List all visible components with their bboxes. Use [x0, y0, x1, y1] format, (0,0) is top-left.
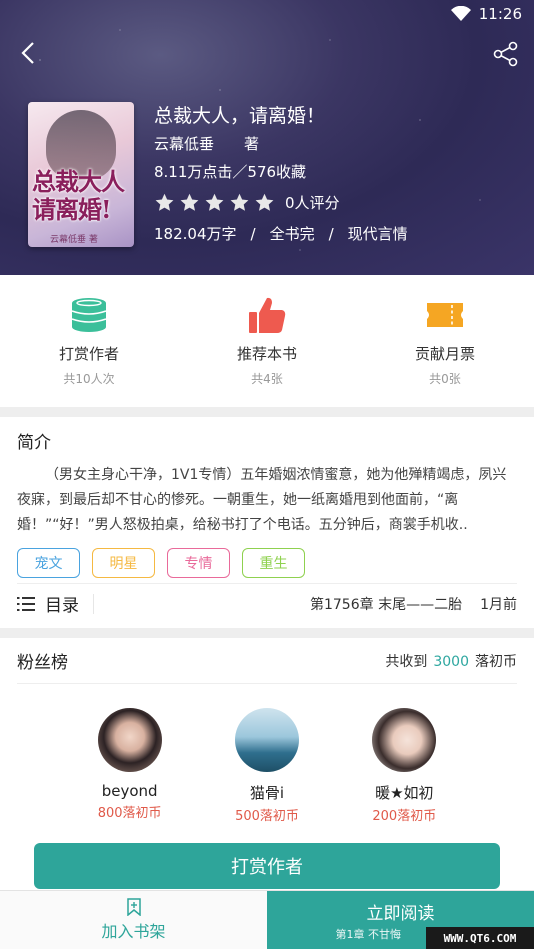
section-divider [0, 628, 534, 638]
reward-author-button[interactable]: 打赏作者 [34, 843, 500, 889]
action-count: 共0张 [429, 372, 461, 386]
book-author[interactable]: 云幕低垂 [154, 135, 214, 153]
fan-item[interactable]: beyond 800落初币 [75, 708, 185, 824]
avatar [372, 708, 437, 772]
intro-section: 简介 （男女主身心干净，1V1专情）五年婚姻浓情蜜意，她为他殚精竭虑，夙兴夜寐，… [0, 417, 534, 628]
status-bar: 11:26 [450, 0, 534, 28]
add-to-shelf-button[interactable]: 加入书架 [0, 891, 267, 949]
monthly-ticket-action[interactable]: 贡献月票 共0张 [356, 275, 534, 407]
book-category[interactable]: 现代言情 [348, 222, 408, 246]
rating-text: 0人评分 [285, 193, 340, 212]
latest-chapter[interactable]: 第1756章 末尾——二胎 [310, 594, 462, 614]
book-title: 总裁大人，请离婚！ [154, 105, 326, 127]
bookmark-add-icon [126, 898, 141, 916]
fans-header: 粉丝榜 共收到 3000 落初币 [17, 638, 517, 684]
action-count: 共4张 [251, 372, 283, 386]
fan-item[interactable]: 猫骨i 500落初币 [212, 708, 322, 824]
toc-button[interactable]: 目录 [17, 593, 94, 616]
tag-list: 宠文 明星 专情 重生 [17, 548, 517, 578]
fan-name: 暖★如初 [375, 784, 434, 802]
book-meta: 182.04万字 / 全书完 / 现代言情 [154, 222, 408, 246]
book-stats: 8.11万点击／576收藏 [154, 163, 307, 181]
star-icon [255, 193, 274, 211]
section-divider [0, 407, 534, 417]
back-icon[interactable] [14, 38, 44, 68]
action-label: 贡献月票 [414, 345, 475, 363]
tag-chip[interactable]: 重生 [242, 548, 305, 578]
action-label: 推荐本书 [236, 345, 297, 363]
recommend-book-action[interactable]: 推荐本书 共4张 [178, 275, 356, 407]
fan-coins: 800落初币 [97, 806, 162, 821]
ticket-icon [427, 303, 463, 327]
action-row: 打赏作者 共10人次 推荐本书 共4张 贡献月票 共0张 [0, 275, 534, 407]
tag-chip[interactable]: 宠文 [17, 548, 80, 578]
add-shelf-label: 加入书架 [101, 922, 166, 941]
fan-name: beyond [101, 782, 158, 800]
fan-list: beyond 800落初币 猫骨i 500落初币 暖★如初 200落初币 [17, 708, 517, 824]
fan-coins: 200落初币 [372, 809, 437, 824]
fans-total: 共收到 3000 落初币 [385, 651, 517, 671]
avatar [97, 708, 162, 772]
star-icon [155, 193, 174, 211]
wifi-icon [450, 6, 471, 21]
watermark: WWW.QT6.COM [426, 927, 534, 949]
coins-icon [71, 298, 107, 332]
book-header: 11:26 总裁大人请离婚! 云幕低垂 著 总裁大人，请离婚！ 云幕低垂 著 8.… [0, 0, 534, 275]
tag-chip[interactable]: 明星 [92, 548, 155, 578]
intro-heading: 简介 [17, 433, 51, 453]
tag-chip[interactable]: 专情 [167, 548, 230, 578]
star-icon [205, 193, 224, 211]
fans-heading: 粉丝榜 [17, 653, 68, 673]
fan-name: 猫骨i [249, 784, 285, 802]
cover-author: 云幕低垂 著 [50, 235, 98, 245]
fan-coins: 500落初币 [235, 809, 299, 824]
list-icon [17, 596, 35, 611]
reward-author-action[interactable]: 打赏作者 共10人次 [0, 275, 178, 407]
action-label: 打赏作者 [58, 345, 119, 363]
book-cover[interactable]: 总裁大人请离婚! 云幕低垂 著 [28, 102, 134, 247]
total-unit: 落初币 [475, 653, 517, 670]
total-amount: 3000 [433, 653, 469, 670]
cover-title: 总裁大人请离婚! [32, 167, 125, 224]
rating[interactable]: 0人评分 [154, 190, 408, 214]
separator: / [328, 225, 334, 243]
read-now-label: 立即阅读 [366, 903, 435, 924]
share-icon[interactable] [492, 40, 520, 68]
status-time: 11:26 [478, 5, 522, 23]
book-info: 总裁大人，请离婚！ 云幕低垂 著 8.11万点击／576收藏 0人评分 182.0… [154, 102, 408, 246]
book-status: 全书完 [269, 225, 315, 243]
thumbs-up-icon [249, 297, 286, 333]
fan-item[interactable]: 暖★如初 200落初币 [349, 708, 459, 824]
author-suffix: 著 [244, 135, 260, 153]
table-of-contents-row[interactable]: 目录 第1756章 末尾——二胎 1月前 [17, 583, 517, 623]
separator: / [250, 225, 256, 243]
book-author-line: 云幕低垂 著 [154, 132, 408, 156]
update-time: 1月前 [480, 596, 517, 613]
avatar [234, 708, 299, 772]
star-icon [180, 193, 199, 211]
intro-text[interactable]: （男女主身心干净，1V1专情）五年婚姻浓情蜜意，她为他殚精竭虑，夙兴夜寐，到最后… [17, 463, 517, 538]
toc-label: 目录 [45, 596, 79, 616]
word-count: 182.04万字 [154, 225, 237, 243]
star-icon [230, 193, 249, 211]
action-count: 共10人次 [63, 372, 115, 386]
total-prefix: 共收到 [385, 653, 428, 670]
